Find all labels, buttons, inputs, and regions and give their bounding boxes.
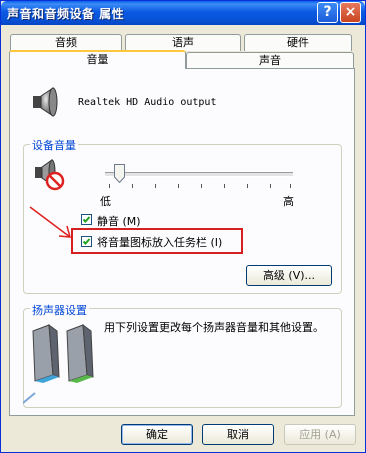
device-volume-title: 设备音量 xyxy=(30,137,78,153)
checkmark-icon xyxy=(82,238,91,245)
volume-low-label: 低 xyxy=(100,195,111,208)
tab-hardware-label: 硬件 xyxy=(287,36,309,49)
slider-tick xyxy=(270,184,271,188)
tab-audio[interactable]: 音频 xyxy=(10,34,122,51)
speakers-icon xyxy=(23,323,94,404)
tab-audio-label: 音频 xyxy=(55,36,77,49)
tab-volume-label: 音量 xyxy=(86,53,109,66)
close-button[interactable]: × xyxy=(340,2,361,23)
tray-icon-label[interactable]: 将音量图标放入任务栏 (I) xyxy=(97,234,222,250)
device-name: Realtek HD Audio output xyxy=(78,97,217,108)
slider-tick xyxy=(224,184,225,188)
slider-tick xyxy=(178,184,179,188)
speaker-settings-description: 用下列设置更改每个扬声器音量和其他设置。 xyxy=(104,321,324,334)
tab-voice-label: 语声 xyxy=(172,36,194,49)
speaker-settings-title: 扬声器设置 xyxy=(30,302,89,318)
tab-sounds-label: 声音 xyxy=(259,54,281,67)
volume-slider-thumb[interactable] xyxy=(114,164,125,183)
mute-checkbox[interactable] xyxy=(81,214,92,225)
tab-hardware[interactable]: 硬件 xyxy=(244,34,352,51)
muted-speaker-icon xyxy=(35,159,65,191)
slider-tick xyxy=(290,184,291,188)
title-bar[interactable]: 声音和音频设备 属性 ? × xyxy=(1,1,365,25)
tab-volume[interactable]: 音量 xyxy=(9,50,186,69)
checkmark-icon xyxy=(82,216,91,223)
slider-tick xyxy=(155,184,156,188)
speaker-icon xyxy=(33,87,58,117)
volume-slider-track[interactable] xyxy=(105,172,293,177)
help-button[interactable]: ? xyxy=(317,2,338,23)
apply-button[interactable]: 应用 (A) xyxy=(284,424,356,445)
window-title: 声音和音频设备 属性 xyxy=(7,7,125,21)
slider-tick xyxy=(247,184,248,188)
tab-sounds[interactable]: 声音 xyxy=(186,52,354,69)
ok-button[interactable]: 确定 xyxy=(121,424,193,445)
volume-high-label: 高 xyxy=(283,195,294,208)
slider-tick xyxy=(109,184,110,188)
tab-voice[interactable]: 语声 xyxy=(125,34,241,51)
slider-tick xyxy=(132,184,133,188)
tray-icon-checkbox[interactable] xyxy=(81,236,92,247)
slider-tick xyxy=(201,184,202,188)
advanced-button[interactable]: 高级 (V)... xyxy=(246,265,332,286)
properties-window: 声音和音频设备 属性 ? × 音频 语声 硬件 音量 声音 Realtek HD… xyxy=(0,0,366,453)
cancel-button[interactable]: 取消 xyxy=(202,424,274,445)
mute-label[interactable]: 静音 (M) xyxy=(97,213,141,229)
red-arrow-annotation xyxy=(29,206,72,238)
